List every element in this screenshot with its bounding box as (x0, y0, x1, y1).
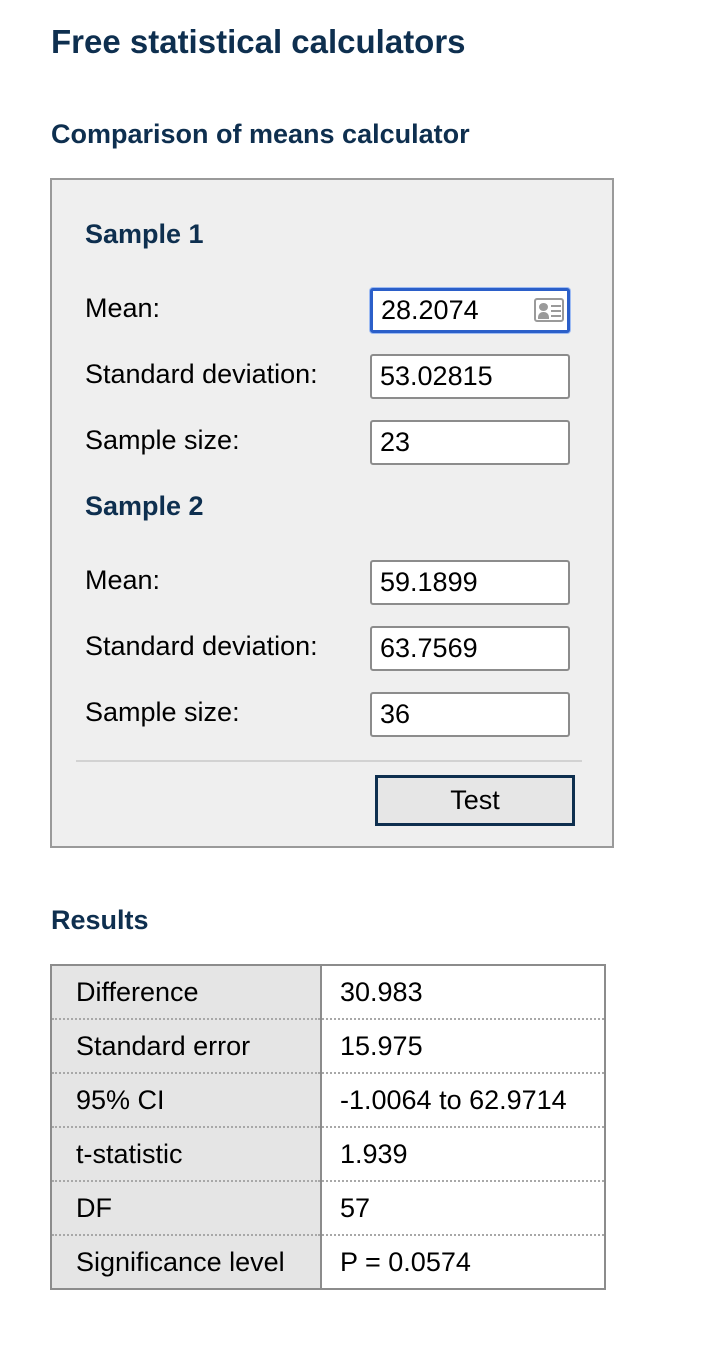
sample2-mean-label: Mean: (85, 565, 161, 595)
table-row: Difference 30.983 (51, 965, 605, 1020)
result-label-standard-error: Standard error (51, 1019, 322, 1074)
result-label-df: DF (51, 1181, 322, 1236)
table-row: Significance level P = 0.0574 (51, 1235, 605, 1289)
contact-card-icon[interactable] (534, 298, 564, 322)
test-button[interactable]: Test (375, 775, 575, 826)
sample2-sd-label: Standard deviation: (85, 631, 318, 661)
sample1-sd-input[interactable] (370, 354, 570, 399)
result-value-df: 57 (321, 1181, 605, 1236)
form-divider (76, 760, 582, 762)
table-row: t-statistic 1.939 (51, 1127, 605, 1182)
results-title: Results (51, 905, 149, 935)
result-label-ci: 95% CI (51, 1073, 322, 1128)
result-value-ci: -1.0064 to 62.9714 (321, 1073, 605, 1128)
result-label-t-statistic: t-statistic (51, 1127, 322, 1182)
sample1-size-label: Sample size: (85, 425, 240, 455)
sample1-size-input[interactable] (370, 420, 570, 465)
sample2-mean-input[interactable] (370, 560, 570, 605)
page-title: Free statistical calculators (51, 23, 466, 60)
result-value-t-statistic: 1.939 (321, 1127, 605, 1182)
table-row: DF 57 (51, 1181, 605, 1236)
calculator-form: Sample 1 Mean: Standard deviation: Sampl… (50, 178, 614, 848)
sample2-size-label: Sample size: (85, 697, 240, 727)
sample1-sd-label: Standard deviation: (85, 359, 318, 389)
sample2-size-input[interactable] (370, 692, 570, 737)
result-label-significance: Significance level (51, 1235, 322, 1289)
sample1-heading: Sample 1 (85, 219, 204, 249)
sample2-sd-input[interactable] (370, 626, 570, 671)
calculator-title: Comparison of means calculator (51, 119, 470, 149)
result-label-difference: Difference (51, 965, 322, 1020)
results-table: Difference 30.983 Standard error 15.975 … (50, 964, 606, 1290)
table-row: 95% CI -1.0064 to 62.9714 (51, 1073, 605, 1128)
table-row: Standard error 15.975 (51, 1019, 605, 1074)
result-value-standard-error: 15.975 (321, 1019, 605, 1074)
result-value-difference: 30.983 (321, 965, 605, 1020)
sample1-mean-label: Mean: (85, 293, 161, 323)
result-value-significance: P = 0.0574 (321, 1235, 605, 1289)
sample2-heading: Sample 2 (85, 491, 204, 521)
